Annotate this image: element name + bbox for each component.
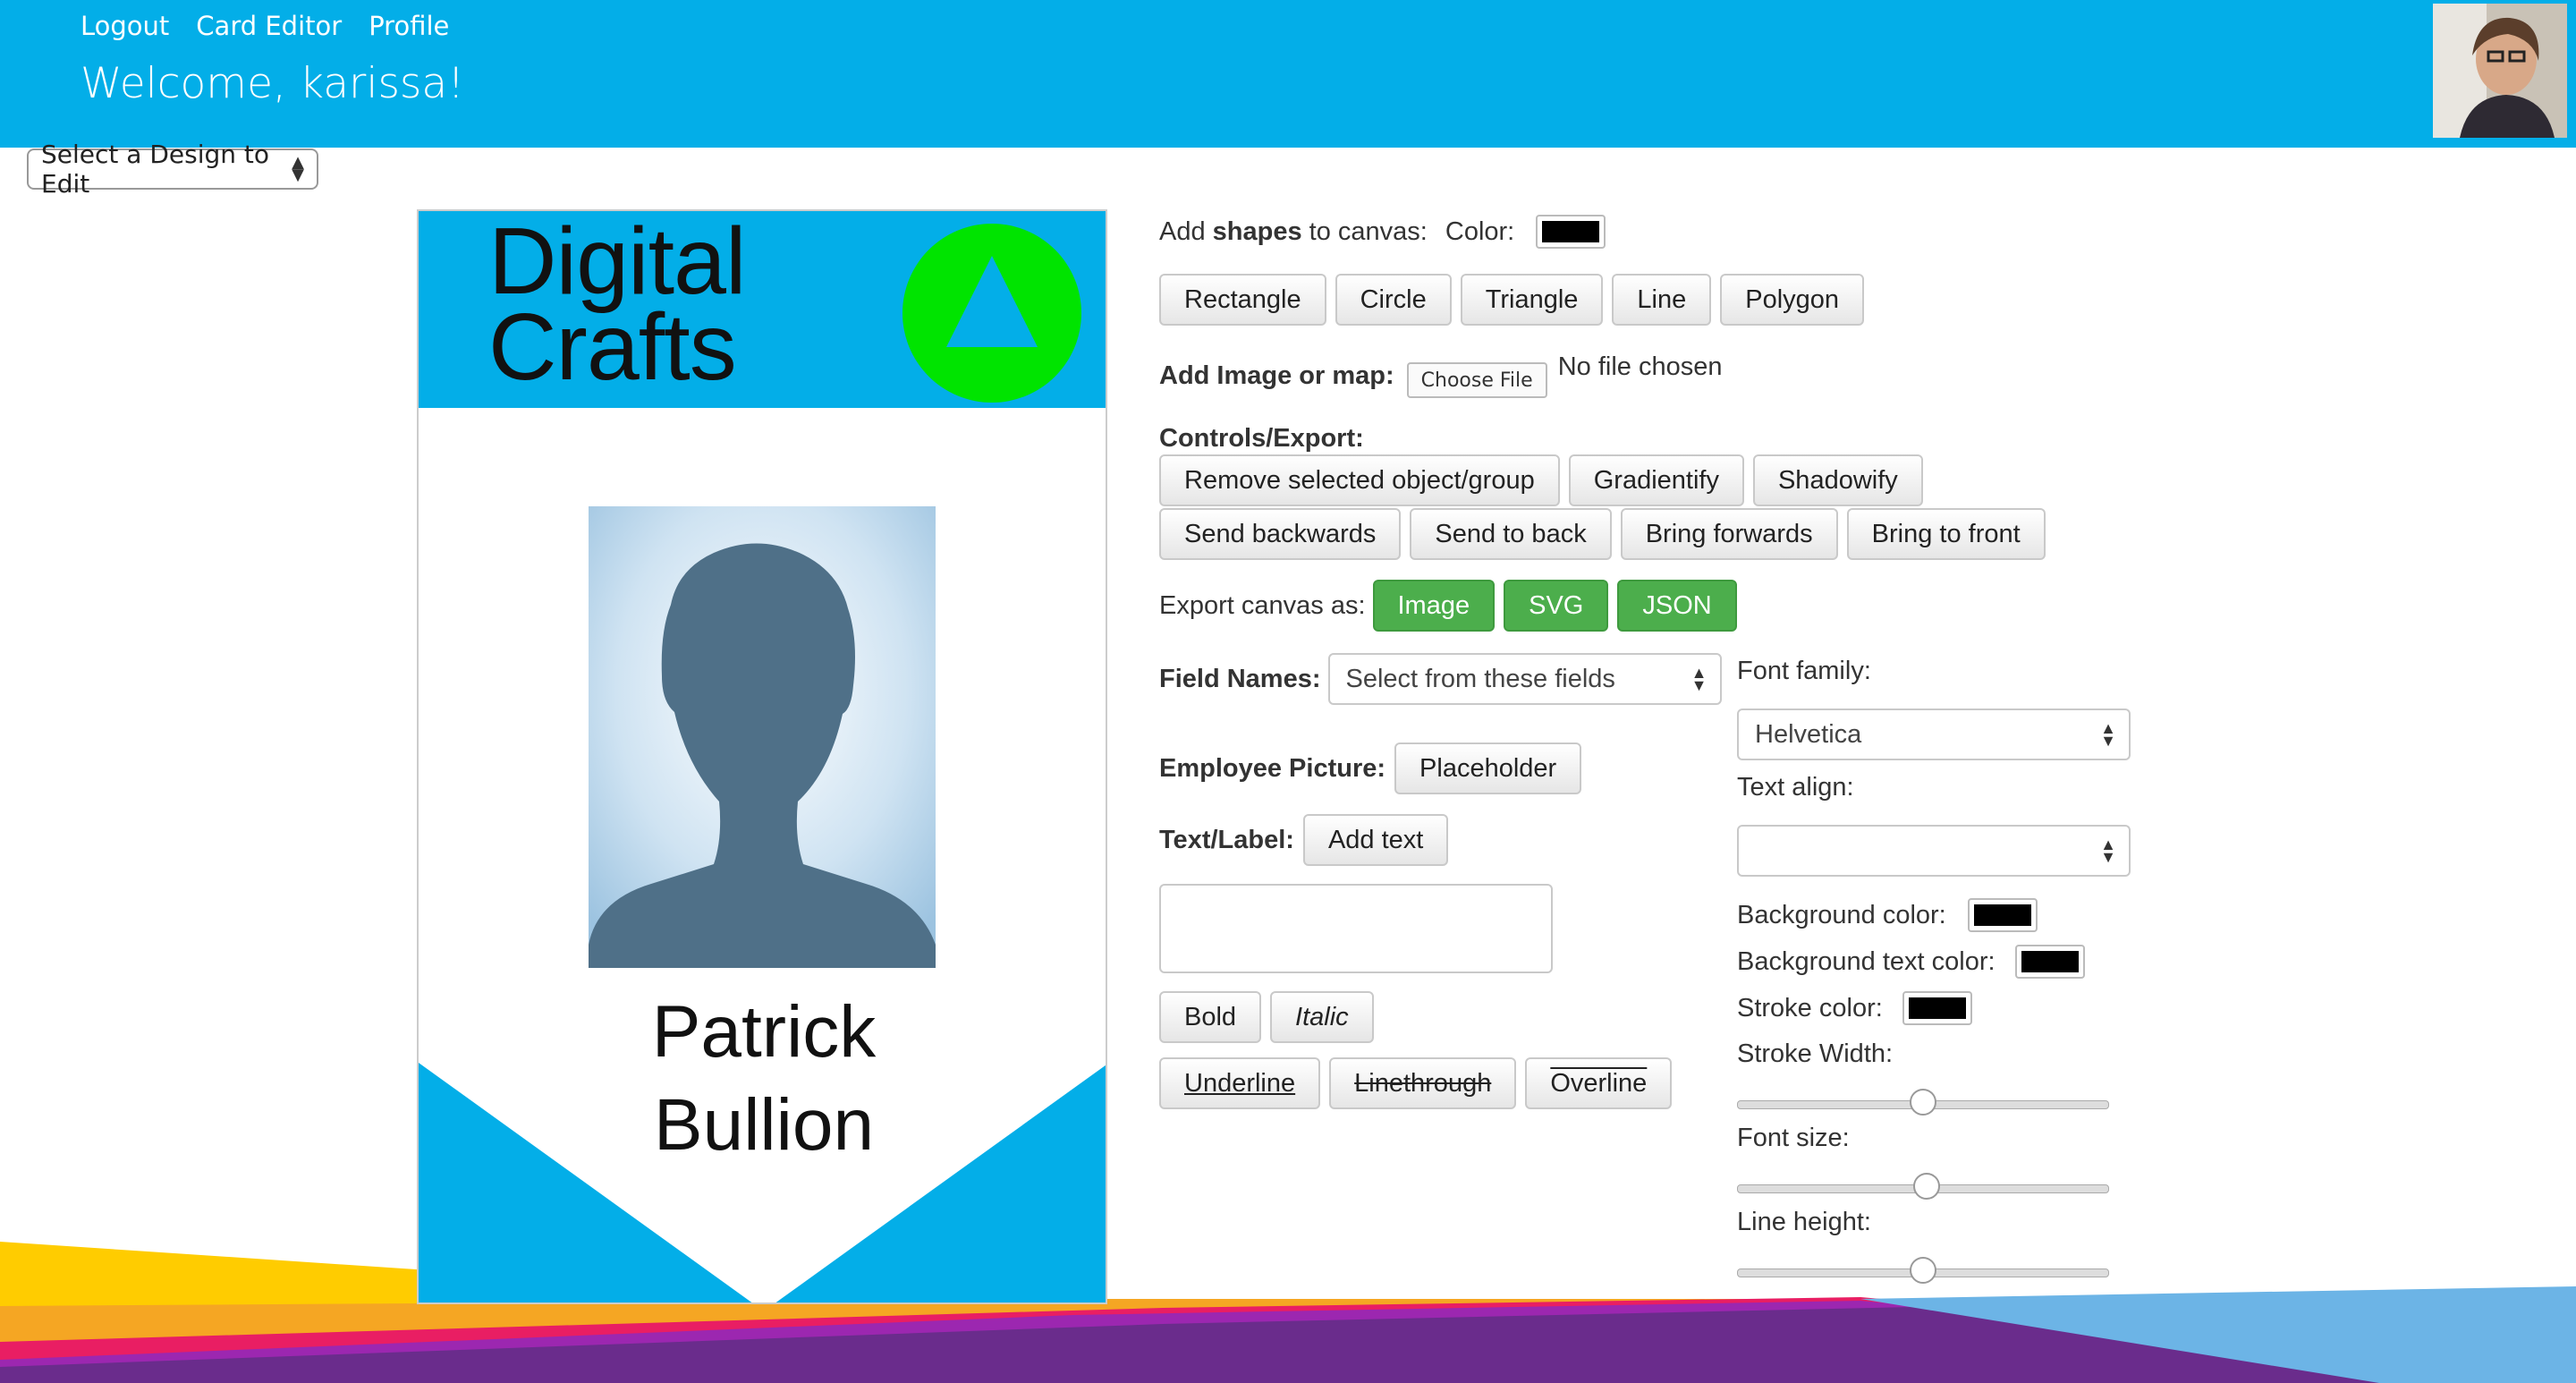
logo-line-2: Crafts — [488, 294, 737, 400]
add-text-button[interactable]: Add text — [1302, 814, 1449, 866]
shape-buttons-row: Rectangle Circle Triangle Line Polygon — [1159, 274, 1873, 326]
circle-button[interactable]: Circle — [1335, 274, 1452, 326]
employee-picture-row: Employee Picture: Placeholder — [1159, 742, 1590, 794]
background-text-color-picker[interactable] — [2014, 945, 2085, 979]
background-text-color-row: Background text color: — [1737, 945, 2085, 979]
line-height-slider[interactable] — [1737, 1257, 2109, 1284]
image-label: Add Image or map: — [1159, 361, 1394, 390]
text-input-row — [1159, 884, 1553, 973]
text-align-row: ▲ ▼ — [1737, 825, 2131, 877]
design-select-value: Select a Design to Edit — [41, 140, 270, 199]
name-line-1: Patrick — [651, 991, 877, 1073]
italic-button[interactable]: Italic — [1270, 991, 1374, 1043]
stroke-width-slider-handle[interactable] — [1910, 1089, 1936, 1116]
stroke-color-row: Stroke color: — [1737, 991, 1972, 1025]
export-image-button[interactable]: Image — [1372, 580, 1496, 632]
font-family-value: Helvetica — [1755, 719, 1862, 749]
controls-row-1: Remove selected object/group Gradientify… — [1159, 454, 1932, 506]
rectangle-button[interactable]: Rectangle — [1159, 274, 1326, 326]
export-label: Export canvas as: — [1159, 590, 1366, 620]
stroke-width-slider[interactable] — [1737, 1089, 2109, 1116]
top-nav: Logout Card Editor Profile — [80, 11, 449, 41]
profile-link[interactable]: Profile — [369, 11, 449, 41]
shape-color-label: Color: — [1445, 216, 1515, 246]
text-style-row-2: Underline Linethrough Overline — [1159, 1057, 1681, 1109]
background-color-label: Background color: — [1737, 900, 1946, 929]
text-input[interactable] — [1159, 884, 1553, 973]
background-text-color-label: Background text color: — [1737, 946, 1996, 976]
font-size-label: Font size: — [1737, 1124, 1850, 1152]
polygon-button[interactable]: Polygon — [1720, 274, 1865, 326]
send-to-back-button[interactable]: Send to back — [1410, 508, 1612, 560]
avatar-image — [2433, 4, 2567, 138]
controls-row-2: Send backwards Send to back Bring forwar… — [1159, 508, 2055, 560]
text-label-label: Text/Label: — [1159, 825, 1294, 854]
text-style-row-1: Bold Italic — [1159, 991, 1383, 1043]
export-json-button[interactable]: JSON — [1617, 580, 1737, 632]
no-file-text: No file chosen — [1557, 352, 1723, 381]
select-arrows-icon: ▲ ▼ — [292, 153, 304, 184]
stroke-color-label: Stroke color: — [1737, 993, 1883, 1022]
logo-line-1: Digital — [488, 209, 747, 314]
gradientify-button[interactable]: Gradientify — [1568, 454, 1744, 506]
employee-picture-label: Employee Picture: — [1159, 753, 1386, 783]
card-logo-text: Digital Crafts — [488, 209, 747, 400]
select-arrows-icon: ▲ ▼ — [2100, 836, 2116, 866]
font-family-row: Helvetica ▲ ▼ — [1737, 708, 2131, 760]
underline-button[interactable]: Underline — [1159, 1057, 1321, 1109]
bold-button[interactable]: Bold — [1159, 991, 1262, 1043]
shape-color-picker[interactable] — [1536, 215, 1606, 249]
text-align-label: Text align: — [1737, 773, 1854, 802]
field-names-select-value: Select from these fields — [1345, 664, 1615, 693]
shadowify-button[interactable]: Shadowify — [1752, 454, 1923, 506]
send-backwards-button[interactable]: Send backwards — [1159, 508, 1402, 560]
choose-file-button[interactable]: Choose File — [1406, 362, 1547, 398]
shapes-row: Add shapes to canvas: Color: — [1159, 209, 1606, 254]
welcome-message: Welcome, karissa! — [80, 59, 465, 108]
card-canvas[interactable]: Digital Crafts Patrick Bullion — [417, 209, 1107, 1304]
field-names-label: Field Names: — [1159, 664, 1321, 693]
header-bar: Logout Card Editor Profile Welcome, kari… — [0, 0, 2576, 148]
shapes-label: Add shapes to canvas: — [1159, 216, 1428, 246]
card-editor-link[interactable]: Card Editor — [196, 11, 342, 41]
line-height-slider-handle[interactable] — [1910, 1257, 1936, 1284]
text-align-select[interactable]: ▲ ▼ — [1737, 825, 2131, 877]
linethrough-button[interactable]: Linethrough — [1329, 1057, 1517, 1109]
line-height-label: Line height: — [1737, 1208, 1871, 1236]
field-names-row: Field Names: Select from these fields ▲ ▼ — [1159, 653, 1722, 705]
export-svg-button[interactable]: SVG — [1504, 580, 1609, 632]
remove-selected-button[interactable]: Remove selected object/group — [1159, 454, 1560, 506]
overline-button[interactable]: Overline — [1525, 1057, 1673, 1109]
background-color-picker[interactable] — [1967, 898, 2038, 932]
stroke-color-picker[interactable] — [1902, 991, 1972, 1025]
card-employee-name: Patrick Bullion — [419, 986, 1106, 1172]
select-arrows-icon: ▲ ▼ — [1690, 664, 1707, 694]
triangle-button[interactable]: Triangle — [1460, 274, 1604, 326]
text-label-row: Text/Label: Add text — [1159, 814, 1457, 866]
field-names-select[interactable]: Select from these fields ▲ ▼ — [1327, 653, 1722, 705]
placeholder-button[interactable]: Placeholder — [1394, 742, 1582, 794]
font-family-label: Font family: — [1737, 657, 1871, 685]
name-line-2: Bullion — [653, 1084, 875, 1166]
font-family-select[interactable]: Helvetica ▲ ▼ — [1737, 708, 2131, 760]
controls-label: Controls/Export: — [1159, 423, 1364, 453]
image-row: Add Image or map: Choose File No file ch… — [1159, 349, 1722, 403]
design-select[interactable]: Select a Design to Edit ▲ ▼ — [27, 140, 318, 199]
font-size-slider-handle[interactable] — [1913, 1173, 1941, 1200]
select-arrows-icon: ▲ ▼ — [2100, 719, 2116, 750]
export-row: Export canvas as: Image SVG JSON — [1159, 580, 1746, 632]
background-color-row: Background color: — [1737, 898, 2038, 932]
bring-forwards-button[interactable]: Bring forwards — [1620, 508, 1838, 560]
line-button[interactable]: Line — [1612, 274, 1712, 326]
font-size-slider[interactable] — [1737, 1173, 2109, 1200]
logout-link[interactable]: Logout — [80, 11, 169, 41]
bring-to-front-button[interactable]: Bring to front — [1846, 508, 2046, 560]
stroke-width-label: Stroke Width: — [1737, 1039, 1894, 1068]
avatar[interactable] — [2433, 4, 2567, 138]
